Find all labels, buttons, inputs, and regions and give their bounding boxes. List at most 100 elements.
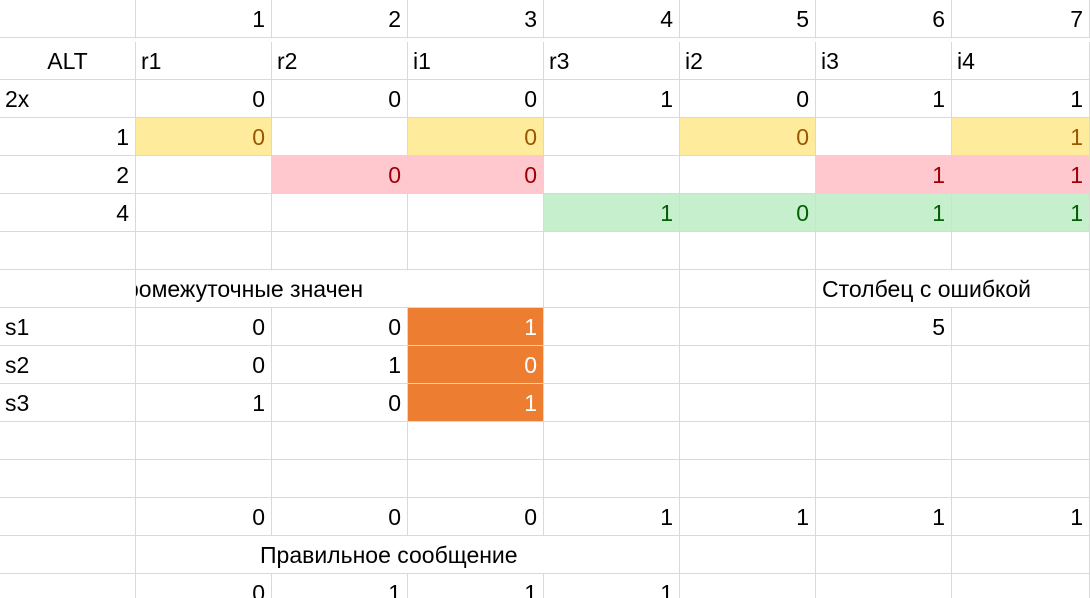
cell[interactable]: 1 bbox=[408, 574, 544, 598]
cell-highlighted[interactable]: 0 bbox=[408, 346, 544, 384]
cell[interactable]: 0 bbox=[136, 346, 272, 384]
cell[interactable] bbox=[0, 232, 136, 270]
cell-highlighted[interactable]: 0 bbox=[408, 118, 544, 156]
cell[interactable]: 0 bbox=[272, 498, 408, 536]
cell-highlighted[interactable]: 1 bbox=[952, 194, 1090, 232]
cell[interactable] bbox=[544, 308, 680, 346]
cell[interactable] bbox=[408, 270, 544, 308]
cell[interactable]: 1 bbox=[816, 498, 952, 536]
cell[interactable] bbox=[136, 156, 272, 194]
cell[interactable] bbox=[544, 422, 680, 460]
cell[interactable] bbox=[544, 232, 680, 270]
cell-row-label[interactable]: 2 bbox=[0, 156, 136, 194]
cell[interactable]: 1 bbox=[544, 498, 680, 536]
cell-row-label[interactable]: s3 bbox=[0, 384, 136, 422]
cell[interactable] bbox=[816, 346, 952, 384]
cell-highlighted[interactable]: 1 bbox=[408, 384, 544, 422]
cell[interactable] bbox=[952, 308, 1090, 346]
cell[interactable]: 0 bbox=[680, 80, 816, 118]
cell-highlighted[interactable]: 0 bbox=[136, 118, 272, 156]
cell[interactable] bbox=[816, 232, 952, 270]
cell[interactable] bbox=[0, 498, 136, 536]
cell[interactable] bbox=[272, 194, 408, 232]
cell[interactable] bbox=[408, 422, 544, 460]
cell[interactable]: 3 bbox=[408, 0, 544, 38]
cell[interactable]: 1 bbox=[544, 574, 680, 598]
cell-highlighted[interactable]: 0 bbox=[680, 118, 816, 156]
cell[interactable] bbox=[136, 232, 272, 270]
cell[interactable] bbox=[680, 232, 816, 270]
cell[interactable] bbox=[680, 308, 816, 346]
cell[interactable] bbox=[272, 232, 408, 270]
error-column-value[interactable]: 5 bbox=[816, 308, 952, 346]
cell-highlighted[interactable]: 0 bbox=[408, 156, 544, 194]
cell[interactable] bbox=[680, 384, 816, 422]
cell[interactable]: 1 bbox=[952, 80, 1090, 118]
cell[interactable] bbox=[136, 460, 272, 498]
cell-highlighted[interactable]: 1 bbox=[952, 156, 1090, 194]
cell[interactable]: r2 bbox=[272, 42, 408, 80]
cell[interactable]: 1 bbox=[136, 0, 272, 38]
cell[interactable]: 7 bbox=[952, 0, 1090, 38]
cell[interactable] bbox=[680, 574, 816, 598]
cell[interactable]: 0 bbox=[272, 80, 408, 118]
cell[interactable] bbox=[0, 574, 136, 598]
cell[interactable]: 0 bbox=[136, 80, 272, 118]
cell[interactable] bbox=[952, 346, 1090, 384]
cell[interactable]: 0 bbox=[408, 80, 544, 118]
cell[interactable] bbox=[544, 384, 680, 422]
cell[interactable] bbox=[816, 118, 952, 156]
cell[interactable] bbox=[816, 384, 952, 422]
cell[interactable] bbox=[952, 460, 1090, 498]
cell[interactable]: 1 bbox=[952, 498, 1090, 536]
cell-highlighted[interactable]: 0 bbox=[272, 156, 408, 194]
cell[interactable]: 0 bbox=[272, 384, 408, 422]
cell[interactable] bbox=[952, 232, 1090, 270]
cell[interactable] bbox=[408, 460, 544, 498]
cell[interactable] bbox=[0, 460, 136, 498]
cell[interactable] bbox=[680, 346, 816, 384]
cell[interactable] bbox=[544, 270, 680, 308]
cell[interactable] bbox=[544, 156, 680, 194]
cell-highlighted[interactable]: 1 bbox=[952, 118, 1090, 156]
cell-row-label[interactable]: s1 bbox=[0, 308, 136, 346]
cell[interactable]: 1 bbox=[680, 498, 816, 536]
cell[interactable]: i2 bbox=[680, 42, 816, 80]
cell[interactable] bbox=[680, 422, 816, 460]
cell[interactable] bbox=[408, 232, 544, 270]
cell[interactable] bbox=[680, 270, 816, 308]
cell[interactable]: 0 bbox=[408, 498, 544, 536]
cell[interactable] bbox=[136, 194, 272, 232]
cell[interactable] bbox=[952, 536, 1090, 574]
cell[interactable] bbox=[680, 156, 816, 194]
cell-highlighted[interactable]: 1 bbox=[408, 308, 544, 346]
cell[interactable]: 1 bbox=[544, 80, 680, 118]
cell[interactable] bbox=[0, 422, 136, 460]
cell[interactable]: i3 bbox=[816, 42, 952, 80]
cell[interactable] bbox=[136, 536, 272, 574]
cell[interactable]: 0 bbox=[272, 308, 408, 346]
cell[interactable] bbox=[816, 536, 952, 574]
cell[interactable] bbox=[136, 422, 272, 460]
cell[interactable]: 1 bbox=[272, 346, 408, 384]
cell[interactable]: 2 bbox=[272, 0, 408, 38]
cell[interactable]: 1 bbox=[816, 80, 952, 118]
cell[interactable] bbox=[272, 460, 408, 498]
cell[interactable] bbox=[952, 574, 1090, 598]
cell[interactable] bbox=[816, 460, 952, 498]
cell[interactable]: r1 bbox=[136, 42, 272, 80]
cell-row-label[interactable]: 2x bbox=[0, 80, 136, 118]
cell[interactable] bbox=[816, 422, 952, 460]
cell-alt-label[interactable]: ALT bbox=[0, 42, 136, 80]
cell[interactable]: r3 bbox=[544, 42, 680, 80]
cell[interactable] bbox=[680, 460, 816, 498]
cell[interactable] bbox=[952, 384, 1090, 422]
cell-row-label[interactable]: 4 bbox=[0, 194, 136, 232]
cell[interactable] bbox=[0, 0, 136, 38]
cell[interactable]: 0 bbox=[136, 498, 272, 536]
cell[interactable]: i1 bbox=[408, 42, 544, 80]
cell[interactable]: 0 bbox=[136, 574, 272, 598]
cell[interactable]: 0 bbox=[136, 308, 272, 346]
cell[interactable] bbox=[680, 536, 816, 574]
cell-row-label[interactable]: 1 bbox=[0, 118, 136, 156]
